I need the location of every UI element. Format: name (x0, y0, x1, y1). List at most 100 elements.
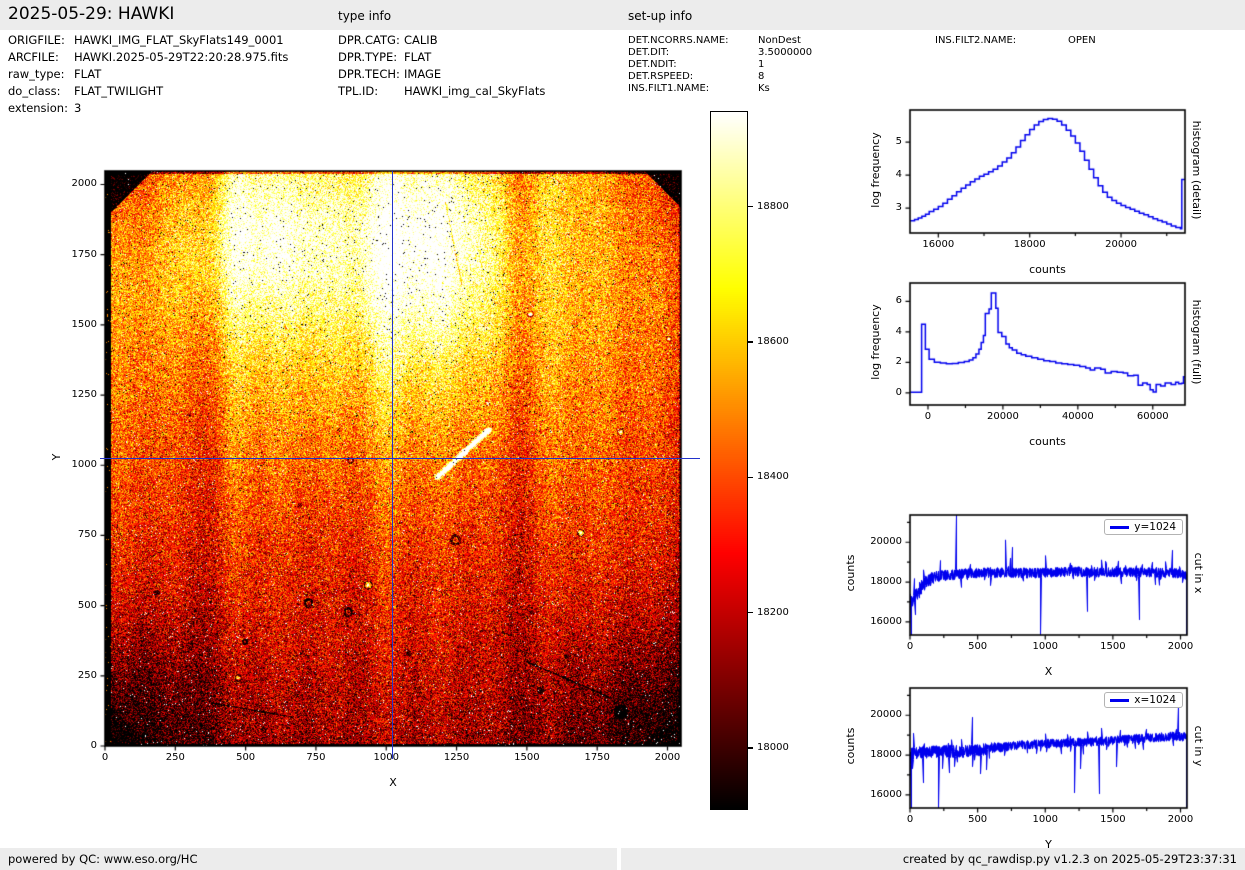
y-tick-label: 0 (90, 740, 97, 751)
x-tick-label: 20000 (1105, 239, 1137, 250)
info-label: TPL.ID: (338, 84, 379, 98)
info-label: DET.DIT: (628, 47, 670, 58)
legend-label: y=1024 (1134, 521, 1176, 533)
type-info-row: TPL.ID: HAWKI_img_cal_SkyFlats (338, 84, 545, 98)
x-tick-label: 1000 (1032, 641, 1058, 652)
setup-info-row: INS.FILT2.NAME: OPEN (935, 35, 1096, 46)
info-value: IMAGE (404, 67, 442, 81)
x-tick-label: 0 (924, 411, 932, 422)
x-tick-label: 1500 (1100, 641, 1126, 652)
info-label: DET.NDIT: (628, 59, 677, 70)
info-value: HAWKI_IMG_FLAT_SkyFlats149_0001 (74, 33, 284, 47)
info-value: HAWKI_img_cal_SkyFlats (404, 84, 546, 98)
info-value: FLAT (404, 50, 432, 64)
y-tick-label: 500 (77, 599, 97, 611)
info-value: HAWKI.2025-05-29T22:20:28.975.fits (74, 50, 289, 64)
x-axis-label: Y (1045, 838, 1052, 851)
file-info-row: do_class: FLAT_TWILIGHT (8, 84, 163, 98)
type-info-row: DPR.TYPE: FLAT (338, 50, 431, 64)
file-info-row: extension: 3 (8, 101, 81, 115)
info-label: DET.RSPEED: (628, 71, 694, 82)
x-tick-label: 1500 (1100, 814, 1126, 825)
info-value: 1 (758, 59, 765, 70)
crosshair-vertical-line (392, 171, 393, 759)
y-tick-label: 750 (77, 529, 97, 541)
page-title: 2025-05-29: HAWKI (8, 4, 175, 24)
y-axis-label: counts (844, 554, 857, 592)
histogram-full-plot (898, 271, 1197, 417)
x-tick-label: 1000 (1032, 814, 1058, 825)
info-label: ORIGFILE: (8, 33, 65, 47)
info-label: DPR.CATG: (338, 33, 400, 47)
x-tick-label: 20000 (987, 411, 1019, 422)
y-tick-label: 1000 (71, 459, 97, 471)
y-axis-label: log frequency (869, 131, 882, 208)
colorbar-tick-label: 18000 (757, 742, 789, 754)
info-label: extension: (8, 101, 68, 115)
colorbar-tick (748, 612, 753, 614)
setup-info-row: INS.FILT1.NAME: Ks (628, 83, 770, 94)
right-axis-label: cut in y (1192, 725, 1205, 767)
colorbar-tick (748, 341, 753, 343)
info-value: NonDest (758, 35, 801, 46)
x-tick-label: 1750 (584, 752, 610, 763)
x-tick-label: 500 (968, 814, 988, 825)
info-value: 8 (758, 71, 765, 82)
y-tick-label: 2000 (71, 178, 97, 190)
type-info-heading: type info (338, 9, 392, 23)
legend-line-sample (1110, 525, 1130, 529)
x-tick-label: 0 (906, 814, 914, 825)
setup-info-row: DET.DIT: 3.5000000 (628, 47, 812, 58)
colorbar-gradient (711, 112, 747, 809)
colorbar-tick (748, 206, 753, 208)
x-tick-label: 1000 (373, 752, 399, 763)
footer-left-bar: powered by QC: www.eso.org/HC (0, 848, 617, 870)
x-tick-label: 750 (306, 752, 326, 763)
x-tick-label: 0 (101, 752, 109, 763)
x-tick-label: 250 (165, 752, 185, 763)
colorbar-tick-label: 18600 (757, 336, 789, 348)
x-tick-label: 500 (236, 752, 256, 763)
legend-cut-x: y=1024 (1104, 519, 1183, 535)
x-tick-label: 60000 (1136, 411, 1169, 422)
legend-line-sample (1110, 698, 1130, 702)
file-info-row: raw_type: FLAT (8, 67, 101, 81)
file-info-row: ORIGFILE: HAWKI_IMG_FLAT_SkyFlats149_0001 (8, 33, 284, 47)
setup-info-row: DET.RSPEED: 8 (628, 71, 764, 82)
info-label: DET.NCORRS.NAME: (628, 35, 729, 46)
x-tick-label: 0 (906, 641, 914, 652)
info-label: DPR.TECH: (338, 67, 400, 81)
footer-right-bar: created by qc_rawdisp.py v1.2.3 on 2025-… (621, 848, 1245, 870)
x-tick-label: 1500 (514, 752, 540, 763)
colorbar-tick-label: 18400 (757, 471, 789, 483)
info-label: INS.FILT2.NAME: (935, 35, 1017, 46)
y-axis-label: log frequency (869, 304, 882, 380)
info-value: FLAT (74, 67, 102, 81)
y-tick-label: 1750 (71, 248, 97, 260)
setup-info-heading: set-up info (628, 9, 693, 23)
footer-right-text: created by qc_rawdisp.py v1.2.3 on 2025-… (902, 852, 1237, 866)
x-tick-label: 18000 (1013, 239, 1046, 250)
header-bar: 2025-05-29: HAWKI type info set-up info (0, 0, 1245, 30)
info-label: ARCFILE: (8, 50, 59, 64)
y-tick-label: 1250 (71, 389, 97, 401)
info-value: FLAT_TWILIGHT (74, 84, 164, 98)
legend-label: x=1024 (1134, 694, 1176, 706)
type-info-row: DPR.CATG: CALIB (338, 33, 438, 47)
info-label: do_class: (8, 84, 61, 98)
qc-report-page: 2025-05-29: HAWKI type info set-up info … (0, 0, 1245, 870)
info-value: OPEN (1068, 35, 1096, 46)
info-label: raw_type: (8, 67, 65, 81)
legend-cut-y: x=1024 (1104, 692, 1183, 708)
info-value: 3.5000000 (758, 47, 813, 58)
info-value: 3 (74, 101, 82, 115)
type-info-row: DPR.TECH: IMAGE (338, 67, 441, 81)
colorbar-tick (748, 747, 753, 749)
info-value: CALIB (404, 33, 438, 47)
y-tick-label: 250 (77, 669, 97, 681)
footer-left-text: powered by QC: www.eso.org/HC (8, 852, 198, 866)
setup-info-row: DET.NDIT: 1 (628, 59, 764, 70)
x-tick-label: 500 (968, 641, 988, 652)
file-info-row: ARCFILE: HAWKI.2025-05-29T22:20:28.975.fi… (8, 50, 288, 64)
y-axis-label: Y (50, 453, 63, 460)
